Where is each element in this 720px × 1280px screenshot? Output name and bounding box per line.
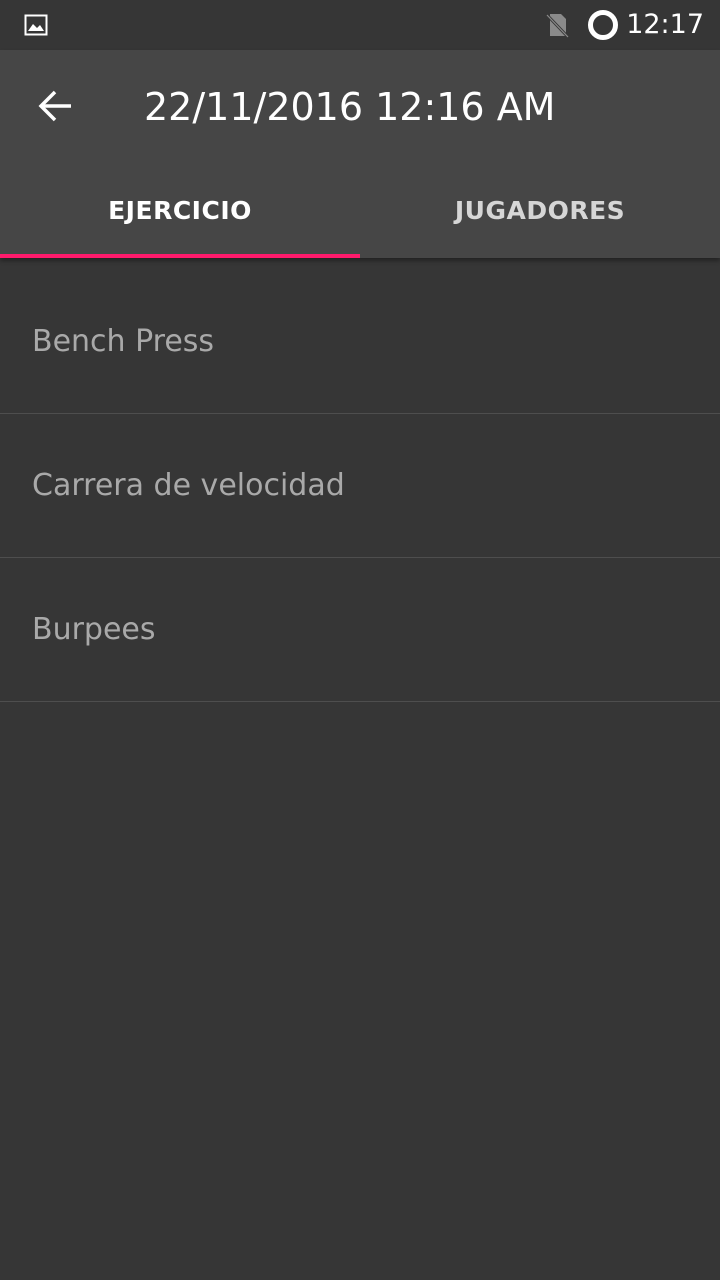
status-clock: 12:17 (626, 9, 704, 40)
list-item-label: Carrera de velocidad (32, 468, 345, 503)
back-button[interactable] (24, 74, 88, 138)
tab-label: EJERCICIO (108, 195, 252, 225)
tab-indicator (0, 254, 360, 258)
battery-ring-icon (586, 8, 620, 42)
tab-ejercicio[interactable]: EJERCICIO (0, 162, 360, 258)
status-bar: 12:17 (0, 0, 720, 50)
arrow-back-icon (38, 90, 71, 122)
list-item-label: Bench Press (32, 324, 215, 359)
tab-jugadores[interactable]: JUGADORES (360, 162, 720, 258)
page-title: 22/11/2016 12:16 AM (144, 85, 556, 129)
list-item[interactable]: Burpees (0, 558, 720, 702)
tab-label: JUGADORES (454, 195, 626, 225)
image-icon (24, 13, 48, 37)
app-bar: 22/11/2016 12:16 AM EJERCICIO JUGADORES (0, 50, 720, 258)
exercise-list: Bench Press Carrera de velocidad Burpees (0, 270, 720, 702)
list-item-label: Burpees (32, 612, 156, 647)
list-item[interactable]: Carrera de velocidad (0, 414, 720, 558)
list-item[interactable]: Bench Press (0, 270, 720, 414)
no-sim-icon (543, 11, 571, 39)
